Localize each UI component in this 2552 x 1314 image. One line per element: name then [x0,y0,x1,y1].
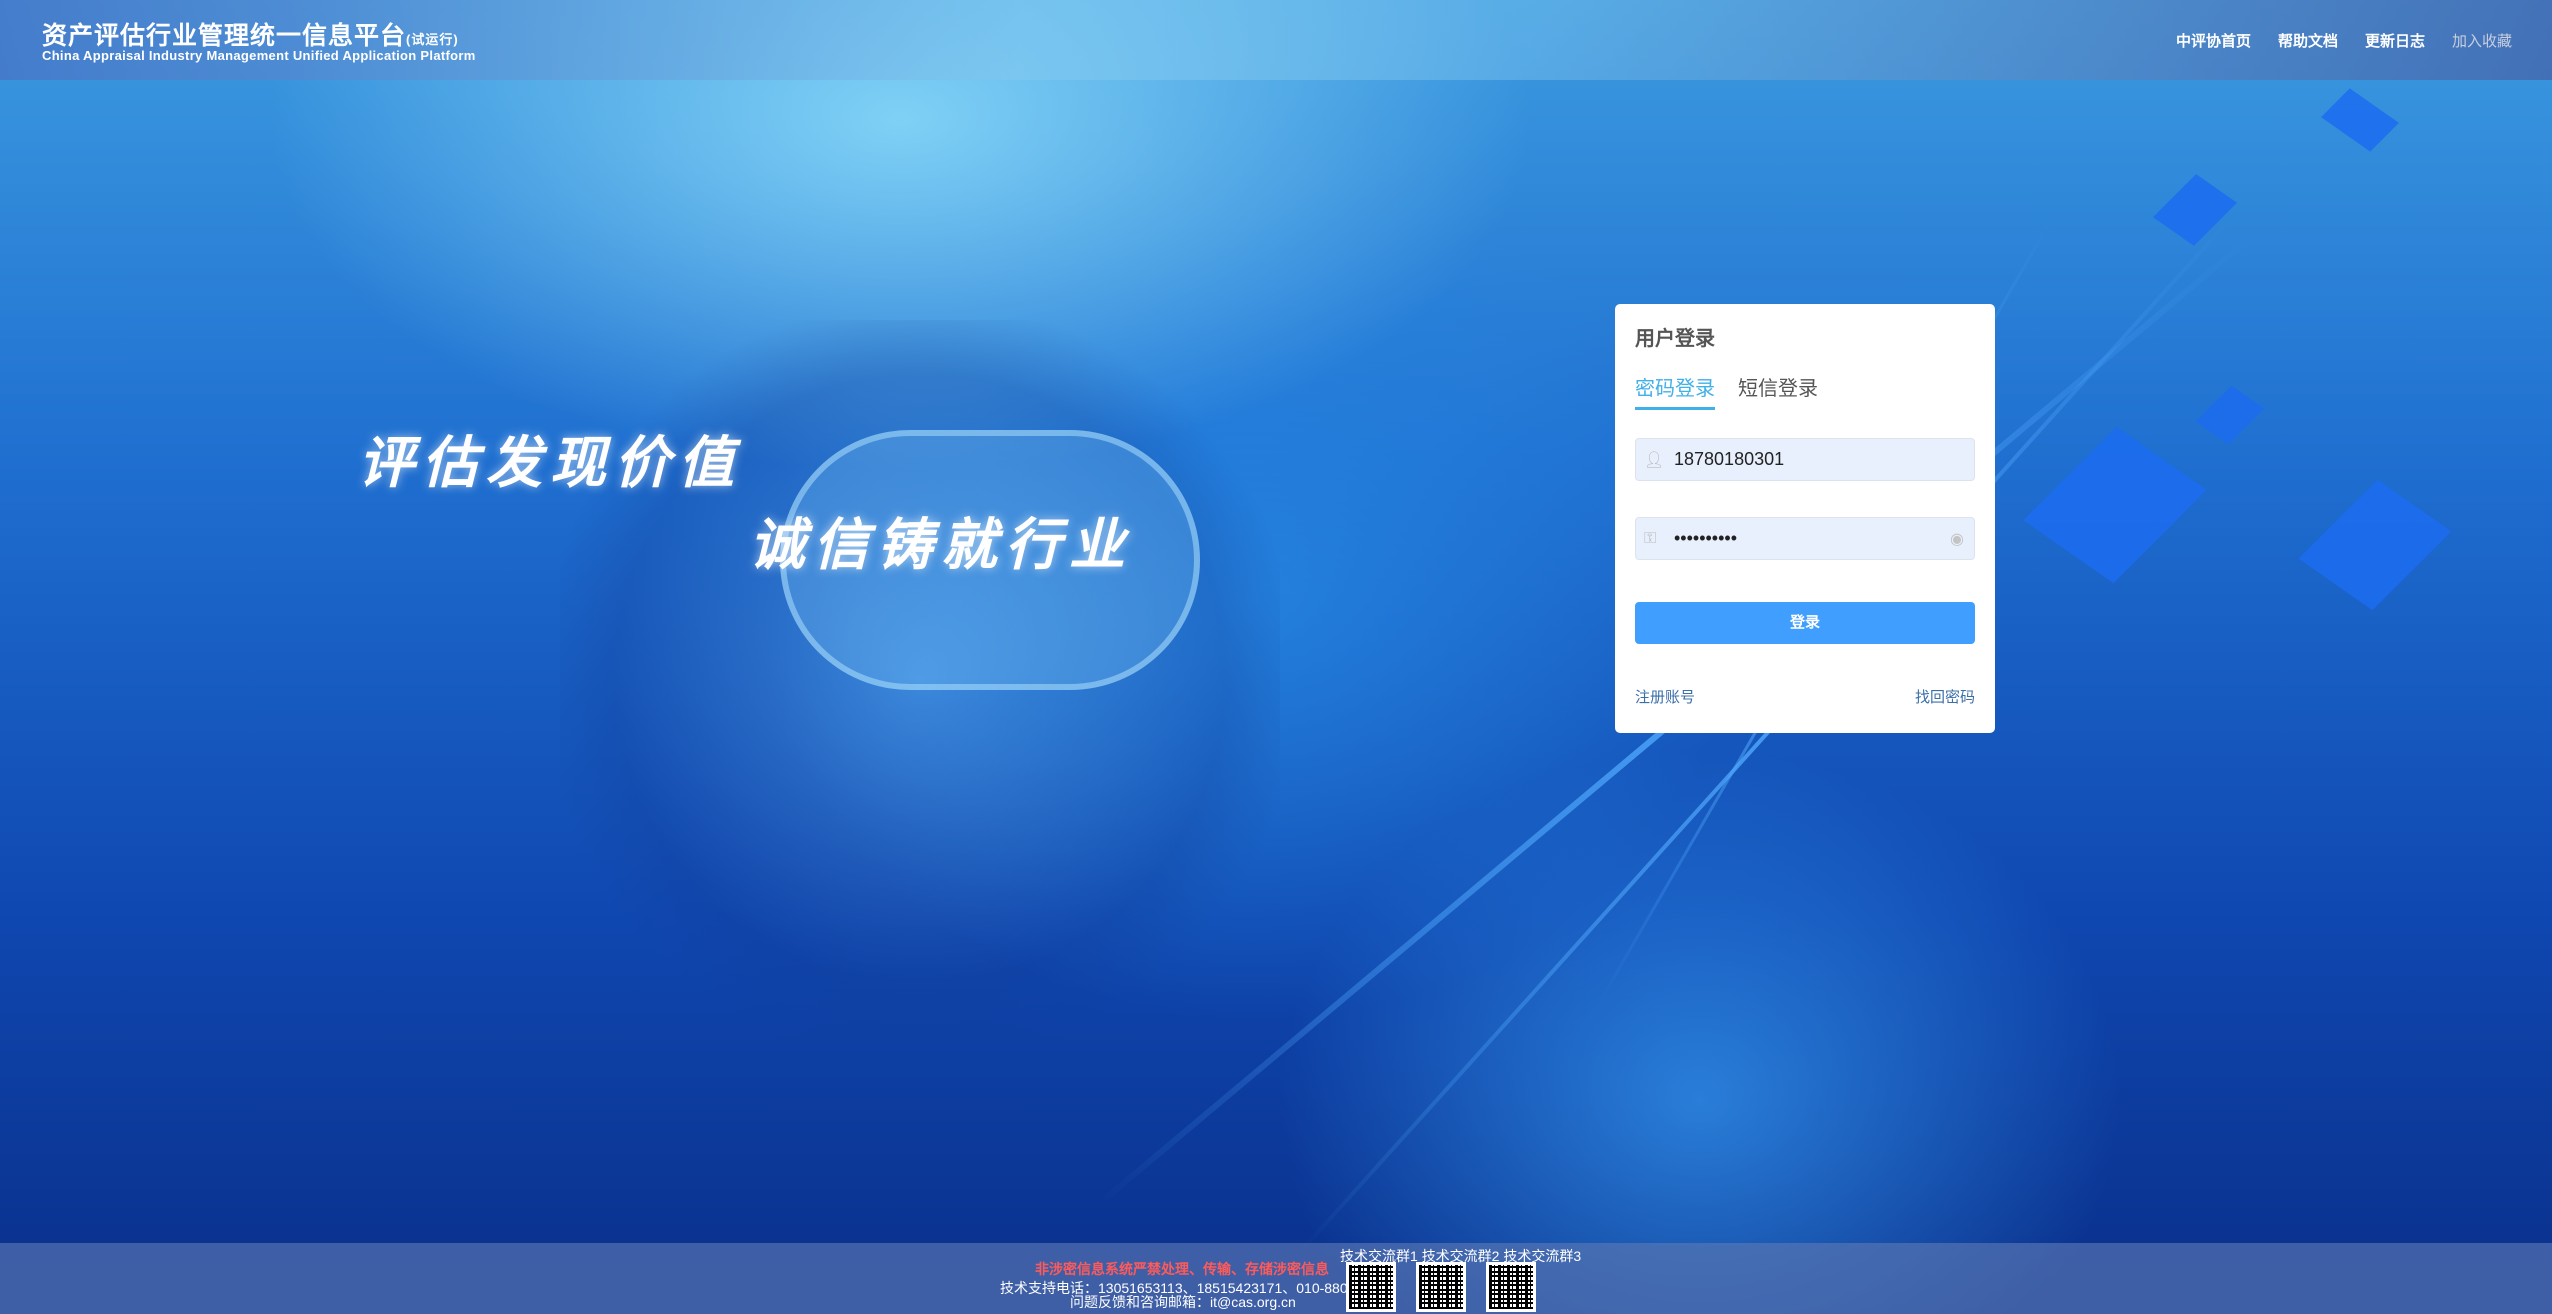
platform-title: 资产评估行业管理统一信息平台(试运行) [42,16,459,52]
tab-password-login[interactable]: 密码登录 [1635,372,1715,410]
top-nav: 中评协首页 帮助文档 更新日志 加入收藏 [2176,30,2512,51]
nav-cas-home[interactable]: 中评协首页 [2176,30,2251,51]
top-header: 资产评估行业管理统一信息平台(试运行) China Appraisal Indu… [0,0,2552,80]
decor-diamond [2195,385,2265,445]
footer: 非涉密信息系统严禁处理、传输、存储涉密信息 技术支持电话：13051653113… [0,1243,2552,1314]
platform-title-en: China Appraisal Industry Management Unif… [42,48,476,63]
slogan-2: 诚信铸就行业 [749,512,1133,578]
username-field: 👤︎ [1635,438,1975,481]
eye-icon[interactable]: ◉ [1950,529,1964,549]
forgot-password-link[interactable]: 找回密码 [1915,686,1975,707]
username-input[interactable] [1674,449,1974,470]
user-icon: 👤︎ [1644,451,1665,469]
qr-code-group-1 [1346,1262,1396,1312]
decor-diamond [2023,426,2207,584]
qr-code-group-3 [1486,1262,1536,1312]
login-card: 用户登录 密码登录 短信登录 👤︎ ⚿ ◉ 登录 注册账号 找回密码 [1615,304,1995,733]
nav-changelog[interactable]: 更新日志 [2365,30,2425,51]
tab-sms-login[interactable]: 短信登录 [1738,372,1818,407]
security-warning: 非涉密信息系统严禁处理、传输、存储涉密信息 [1035,1261,1329,1277]
nav-add-favorite[interactable]: 加入收藏 [2452,30,2512,51]
register-link[interactable]: 注册账号 [1635,686,1695,707]
decor-diamond [2298,479,2452,611]
slogan-1: 评估发现价值 [358,430,742,496]
support-email: 问题反馈和咨询邮箱：it@cas.org.cn [1070,1294,1296,1310]
password-field: ⚿ ◉ [1635,517,1975,560]
nav-help-docs[interactable]: 帮助文档 [2278,30,2338,51]
key-icon: ⚿ [1644,529,1657,547]
login-title: 用户登录 [1635,328,1715,350]
password-input[interactable] [1674,528,1974,549]
qr-code-group-2 [1416,1262,1466,1312]
platform-title-text: 资产评估行业管理统一信息平台 [42,22,407,50]
decor-diamond [2152,174,2238,246]
trial-badge: (试运行) [406,32,459,47]
decor-diamond [2321,88,2399,152]
login-button[interactable]: 登录 [1635,602,1975,644]
